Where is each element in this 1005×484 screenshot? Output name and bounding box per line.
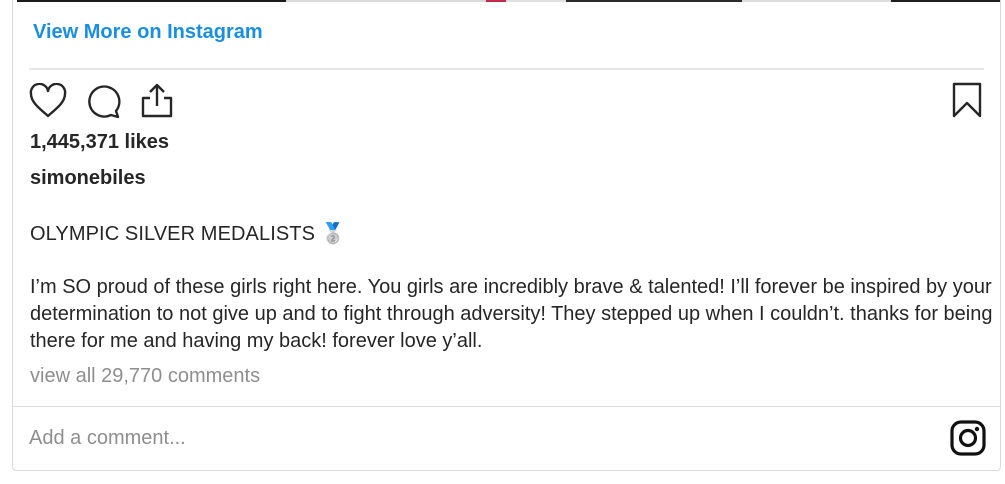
heart-icon[interactable] <box>29 83 67 119</box>
bookmark-icon[interactable] <box>952 82 982 123</box>
post-actions <box>29 82 193 120</box>
instagram-embed-card: View More on Instagram 1,445,371 likes s… <box>12 0 1001 471</box>
divider <box>29 68 984 70</box>
divider <box>13 406 1000 407</box>
instagram-logo-icon[interactable] <box>950 420 986 461</box>
share-icon[interactable] <box>139 82 175 120</box>
caption-text: I’m SO proud of these girls right here. … <box>30 276 993 352</box>
view-more-on-instagram-link[interactable]: View More on Instagram <box>33 21 263 44</box>
post-image-bottom-edge <box>13 0 1000 2</box>
comment-bubble-icon[interactable] <box>85 83 121 119</box>
post-username[interactable]: simonebiles <box>30 167 146 190</box>
add-comment-input[interactable] <box>29 420 909 456</box>
view-all-comments-link[interactable]: view all 29,770 comments <box>30 365 260 388</box>
likes-count[interactable]: 1,445,371 likes <box>30 131 169 154</box>
caption-title: OLYMPIC SILVER MEDALISTS 🥈 <box>30 223 346 245</box>
